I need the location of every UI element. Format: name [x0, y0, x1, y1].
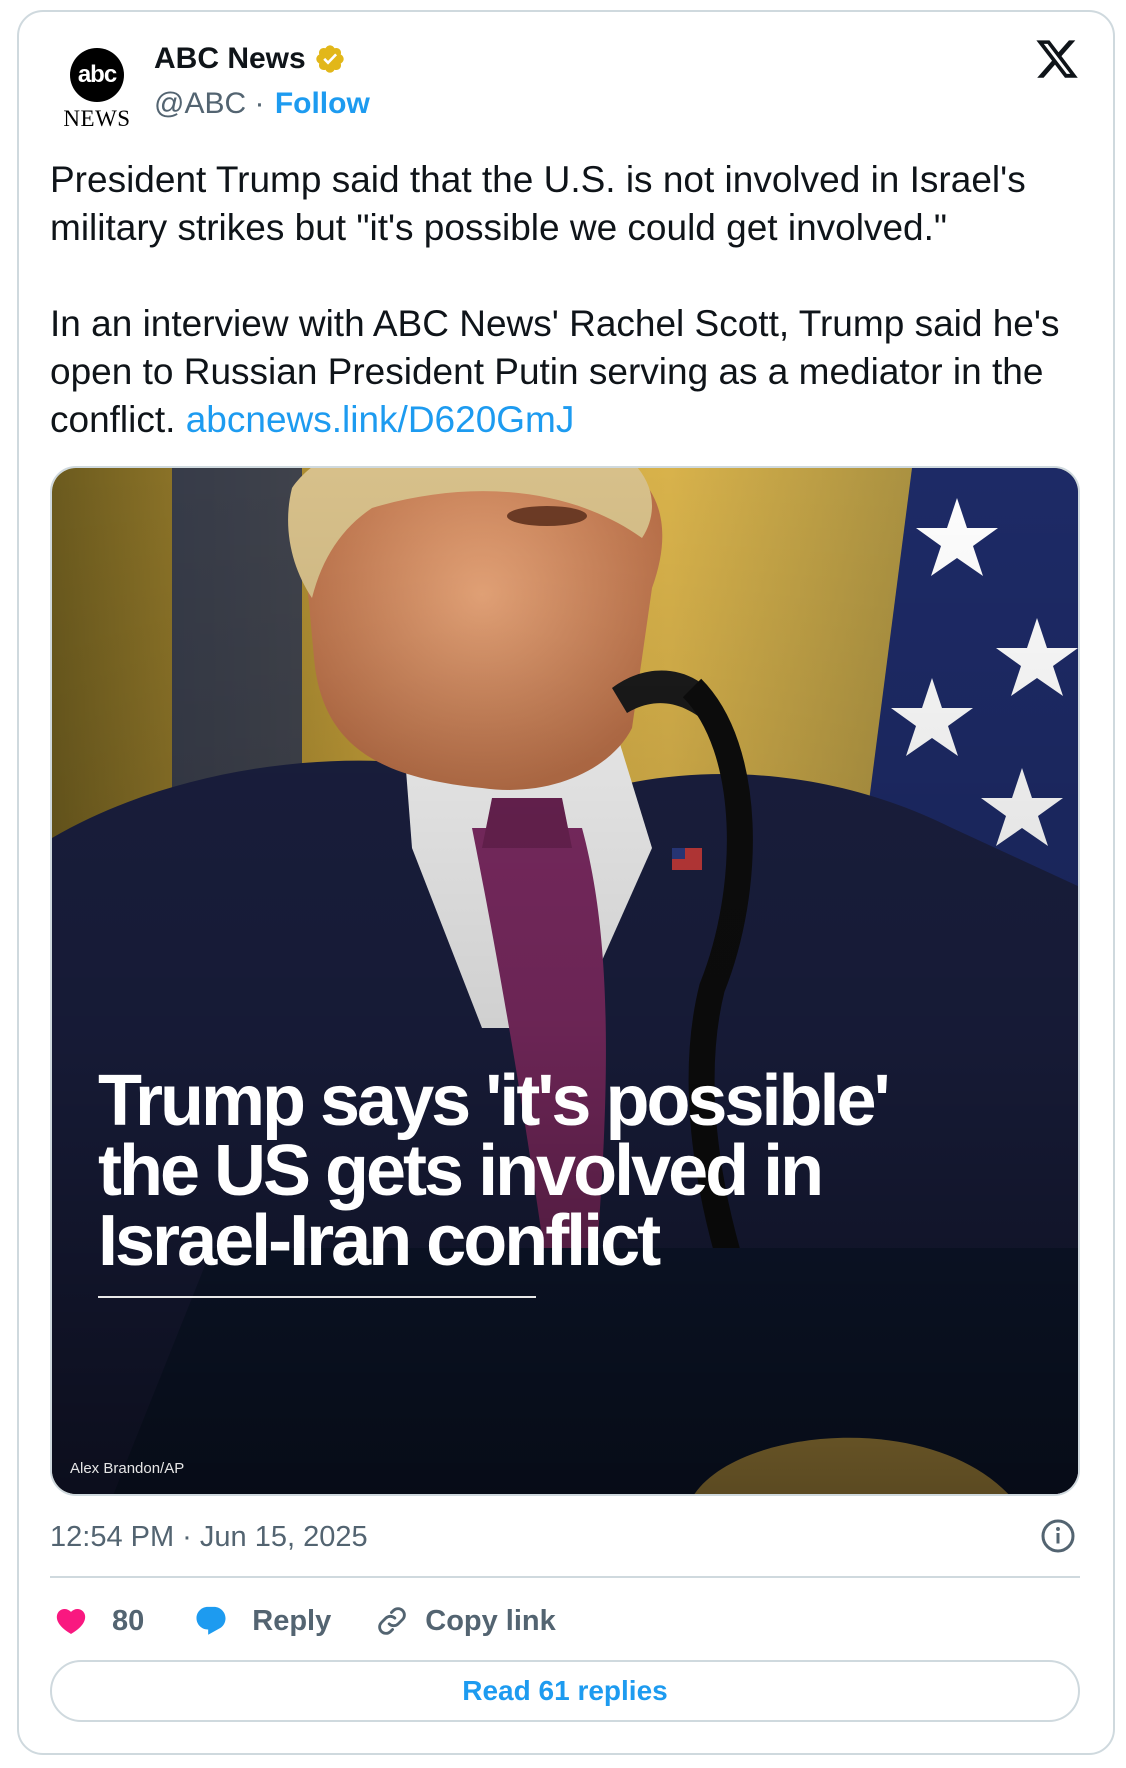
avatar-abc-logo: abc	[70, 48, 124, 102]
avatar-news-wordmark: NEWS	[63, 106, 131, 131]
author-name[interactable]: ABC News	[154, 42, 306, 76]
author-handle[interactable]: @ABC	[154, 87, 246, 121]
follow-button[interactable]: Follow	[275, 87, 370, 121]
info-icon[interactable]	[1040, 1518, 1076, 1554]
action-bar: 80 Reply Copy link	[54, 1598, 556, 1644]
verified-badge-icon	[316, 45, 344, 73]
tweet-media[interactable]: Trump says 'it's possible' the US gets i…	[50, 466, 1080, 1496]
copy-link-label: Copy link	[425, 1604, 556, 1637]
news-photo	[52, 468, 1078, 1494]
copy-link-button[interactable]: Copy link	[375, 1604, 556, 1638]
reply-button[interactable]: Reply	[194, 1604, 331, 1638]
heart-icon	[56, 1608, 86, 1634]
reply-bubble-icon	[196, 1606, 226, 1635]
link-icon	[378, 1607, 407, 1635]
article-link[interactable]: abcnews.link/D620GmJ	[186, 399, 575, 440]
photo-credit: Alex Brandon/AP	[70, 1460, 185, 1477]
tweet-text: President Trump said that the U.S. is no…	[50, 156, 1090, 444]
x-logo-icon[interactable]	[1034, 36, 1080, 82]
author-name-row[interactable]: ABC News	[154, 42, 346, 76]
like-button[interactable]: 80	[54, 1604, 144, 1638]
like-count: 80	[112, 1604, 145, 1637]
reply-label: Reply	[252, 1604, 332, 1637]
media-headline: Trump says 'it's possible' the US gets i…	[98, 1061, 891, 1281]
actions-divider	[50, 1576, 1080, 1578]
headline-underline	[98, 1296, 536, 1298]
tweet-paragraph-2: In an interview with ABC News' Rachel Sc…	[50, 300, 1090, 444]
author-handle-row: @ABC · Follow	[154, 87, 370, 121]
tweet-timestamp[interactable]: 12:54 PM · Jun 15, 2025	[50, 1521, 368, 1554]
read-replies-button[interactable]: Read 61 replies	[50, 1660, 1080, 1722]
avatar[interactable]: abc NEWS	[49, 36, 145, 132]
handle-separator: ·	[246, 87, 273, 120]
tweet-paragraph-1: President Trump said that the U.S. is no…	[50, 159, 1026, 248]
